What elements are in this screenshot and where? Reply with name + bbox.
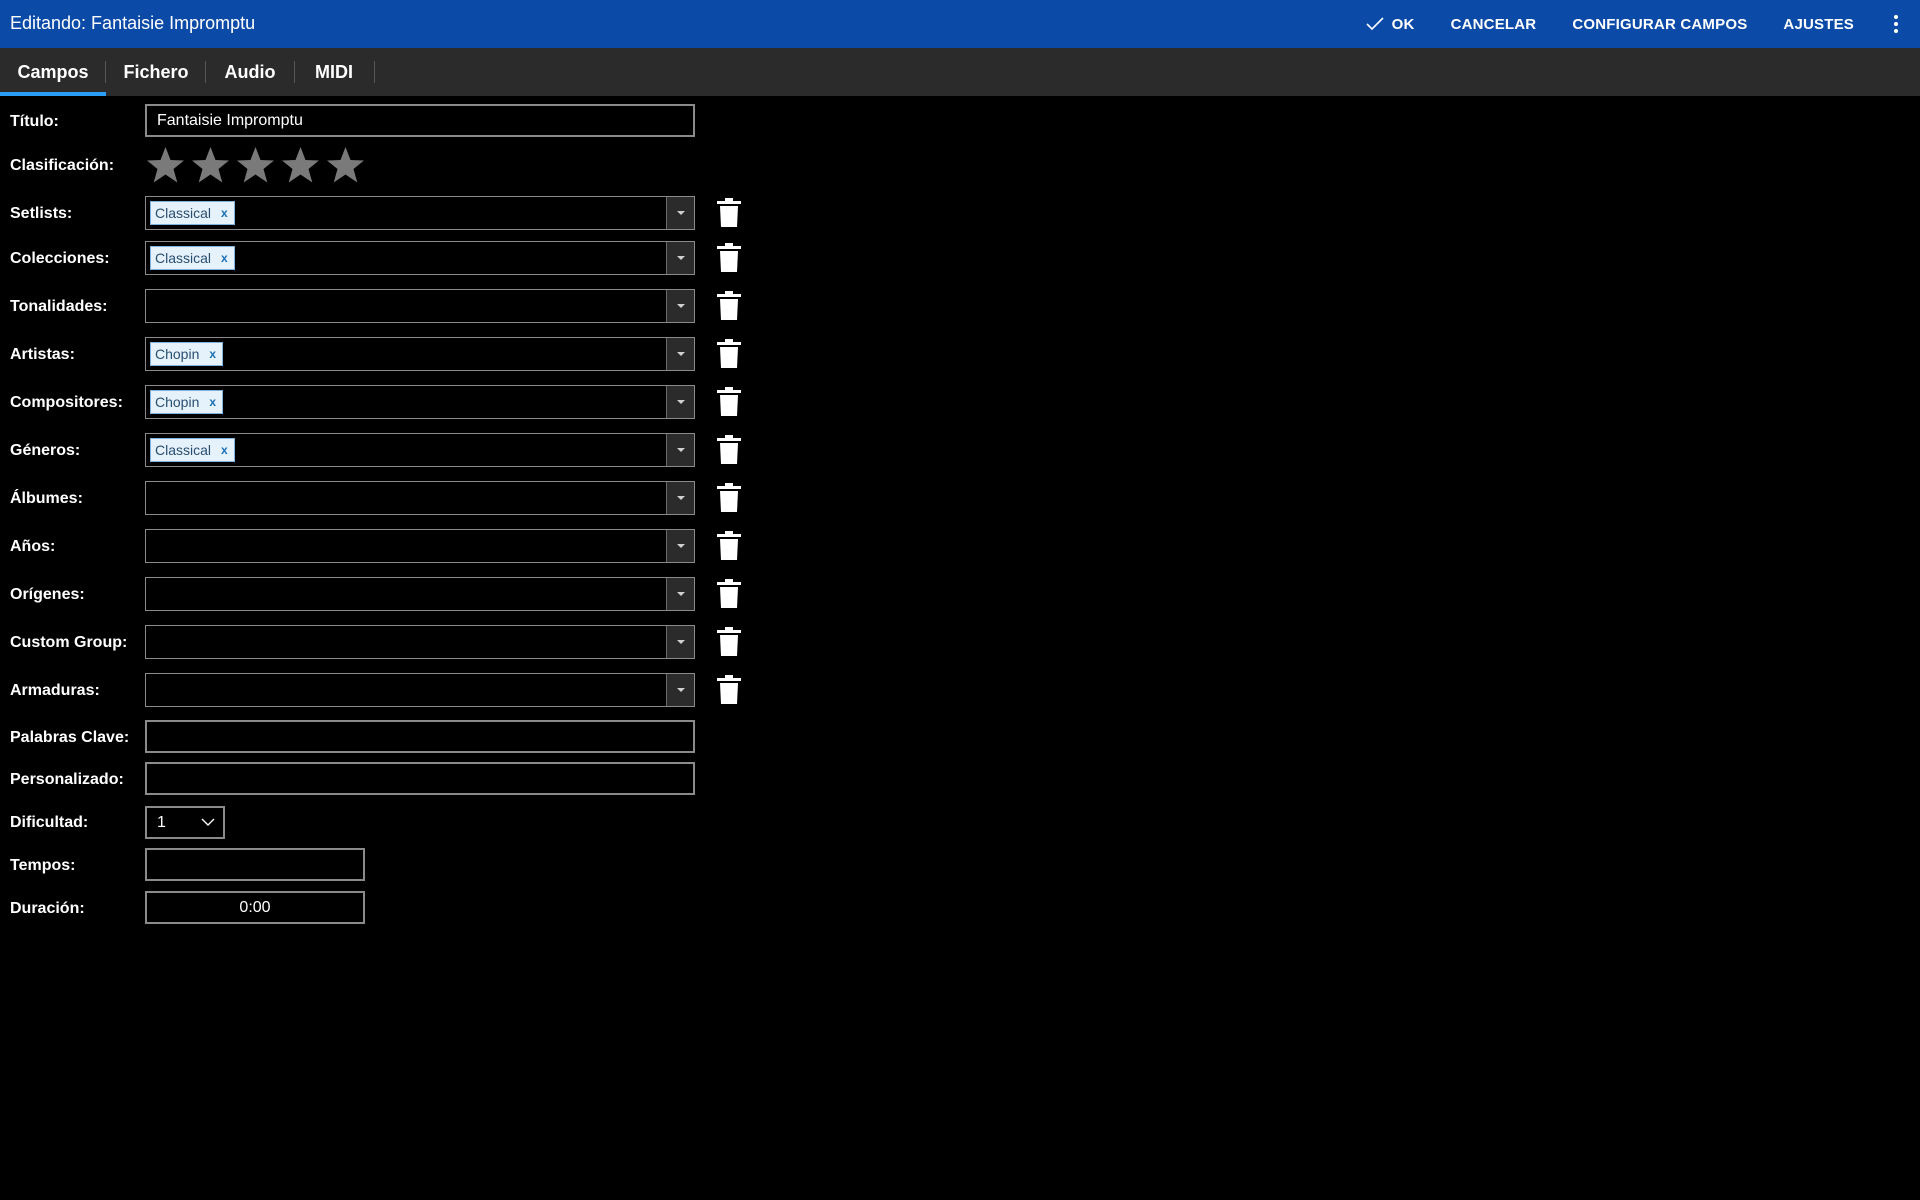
trash-icon[interactable] — [716, 339, 742, 369]
trash-icon[interactable] — [716, 531, 742, 561]
chip-remove-button[interactable]: x — [221, 443, 228, 457]
custom-group-combobox[interactable] — [145, 625, 695, 659]
chip-label: Classical — [155, 250, 212, 266]
tab-divider — [374, 61, 375, 83]
albums-combobox[interactable] — [145, 481, 695, 515]
window-title: Editando: Fantaisie Impromptu — [10, 13, 256, 33]
custom-group-label: Custom Group: — [10, 634, 128, 651]
artist-chip: Chopin x — [150, 342, 224, 366]
trash-icon[interactable] — [716, 435, 742, 465]
chip-remove-button[interactable]: x — [221, 251, 228, 265]
difficulty-select[interactable]: 1 — [145, 806, 225, 839]
trash-icon[interactable] — [716, 198, 742, 228]
dropdown-arrow-button[interactable] — [666, 386, 694, 418]
setlists-combobox[interactable]: Classical x — [145, 196, 695, 230]
chevron-down-icon — [201, 818, 215, 826]
chip-remove-button[interactable]: x — [221, 206, 228, 220]
star-icon[interactable] — [233, 144, 278, 186]
chip-label: Chopin — [155, 346, 200, 362]
dropdown-arrow-button[interactable] — [666, 578, 694, 610]
dropdown-arrow-button[interactable] — [666, 674, 694, 706]
dropdown-arrow-button[interactable] — [666, 290, 694, 322]
collection-chip: Classical x — [150, 246, 235, 270]
dropdown-arrow-button[interactable] — [666, 197, 694, 229]
chip-label: Classical — [155, 205, 212, 221]
trash-icon[interactable] — [716, 483, 742, 513]
title-label: Título: — [10, 113, 59, 130]
title-input[interactable]: Fantaisie Impromptu — [145, 104, 695, 137]
chip-remove-button[interactable]: x — [209, 347, 216, 361]
key-signatures-combobox[interactable] — [145, 673, 695, 707]
rating-label: Clasificación: — [10, 157, 115, 174]
years-label: Años: — [10, 538, 56, 555]
dropdown-arrow-button[interactable] — [666, 434, 694, 466]
sources-label: Orígenes: — [10, 586, 85, 603]
trash-icon[interactable] — [716, 675, 742, 705]
cancel-button[interactable]: CANCELAR — [1433, 0, 1555, 48]
keywords-input[interactable] — [145, 720, 695, 753]
ok-button[interactable]: OK — [1348, 0, 1433, 48]
trash-icon[interactable] — [716, 291, 742, 321]
setlist-chip: Classical x — [150, 201, 235, 225]
checkmark-icon — [1366, 17, 1384, 31]
artists-label: Artistas: — [10, 346, 75, 363]
composers-combobox[interactable]: Chopin x — [145, 385, 695, 419]
genre-chip: Classical x — [150, 438, 235, 462]
title-bar-actions: OK CANCELAR CONFIGURAR CAMPOS AJUSTES — [1348, 0, 1920, 48]
rating-stars — [143, 144, 368, 186]
collections-combobox[interactable]: Classical x — [145, 241, 695, 275]
star-icon[interactable] — [143, 144, 188, 186]
years-combobox[interactable] — [145, 529, 695, 563]
keys-combobox[interactable] — [145, 289, 695, 323]
collections-label: Colecciones: — [10, 250, 110, 267]
difficulty-label: Dificultad: — [10, 814, 89, 831]
composers-label: Compositores: — [10, 394, 123, 411]
custom-input[interactable] — [145, 762, 695, 795]
sources-combobox[interactable] — [145, 577, 695, 611]
keywords-label: Palabras Clave: — [10, 729, 130, 746]
chip-label: Classical — [155, 442, 212, 458]
composer-chip: Chopin x — [150, 390, 224, 414]
dropdown-arrow-button[interactable] — [666, 338, 694, 370]
setlists-label: Setlists: — [10, 205, 73, 222]
more-vertical-icon — [1894, 15, 1898, 33]
tab-audio[interactable]: Audio — [206, 48, 294, 96]
chip-label: Chopin — [155, 394, 200, 410]
tab-midi[interactable]: MIDI — [294, 48, 374, 96]
trash-icon[interactable] — [716, 627, 742, 657]
dropdown-arrow-button[interactable] — [666, 482, 694, 514]
more-options-button[interactable] — [1872, 0, 1920, 48]
star-icon[interactable] — [188, 144, 233, 186]
ok-label: OK — [1391, 15, 1415, 33]
tempo-label: Tempos: — [10, 857, 76, 874]
chip-remove-button[interactable]: x — [209, 395, 216, 409]
trash-icon[interactable] — [716, 579, 742, 609]
tab-campos[interactable]: Campos — [0, 48, 106, 96]
genres-combobox[interactable]: Classical x — [145, 433, 695, 467]
keys-label: Tonalidades: — [10, 298, 108, 315]
trash-icon[interactable] — [716, 387, 742, 417]
star-icon[interactable] — [323, 144, 368, 186]
title-bar: Editando: Fantaisie Impromptu OK CANCELA… — [0, 0, 1920, 48]
dropdown-arrow-button[interactable] — [666, 530, 694, 562]
tempo-input[interactable] — [145, 848, 365, 881]
dropdown-arrow-button[interactable] — [666, 626, 694, 658]
albums-label: Álbumes: — [10, 490, 83, 507]
genres-label: Géneros: — [10, 442, 81, 459]
dropdown-arrow-button[interactable] — [666, 242, 694, 274]
configure-fields-button[interactable]: CONFIGURAR CAMPOS — [1554, 0, 1765, 48]
settings-button[interactable]: AJUSTES — [1765, 0, 1872, 48]
key-signatures-label: Armaduras: — [10, 682, 100, 699]
difficulty-value: 1 — [157, 813, 166, 831]
custom-label: Personalizado: — [10, 771, 124, 788]
duration-input[interactable]: 0:00 — [145, 891, 365, 924]
trash-icon[interactable] — [716, 243, 742, 273]
duration-label: Duración: — [10, 900, 85, 917]
artists-combobox[interactable]: Chopin x — [145, 337, 695, 371]
star-icon[interactable] — [278, 144, 323, 186]
tab-bar: Campos Fichero Audio MIDI — [0, 48, 1920, 96]
tab-fichero[interactable]: Fichero — [106, 48, 206, 96]
